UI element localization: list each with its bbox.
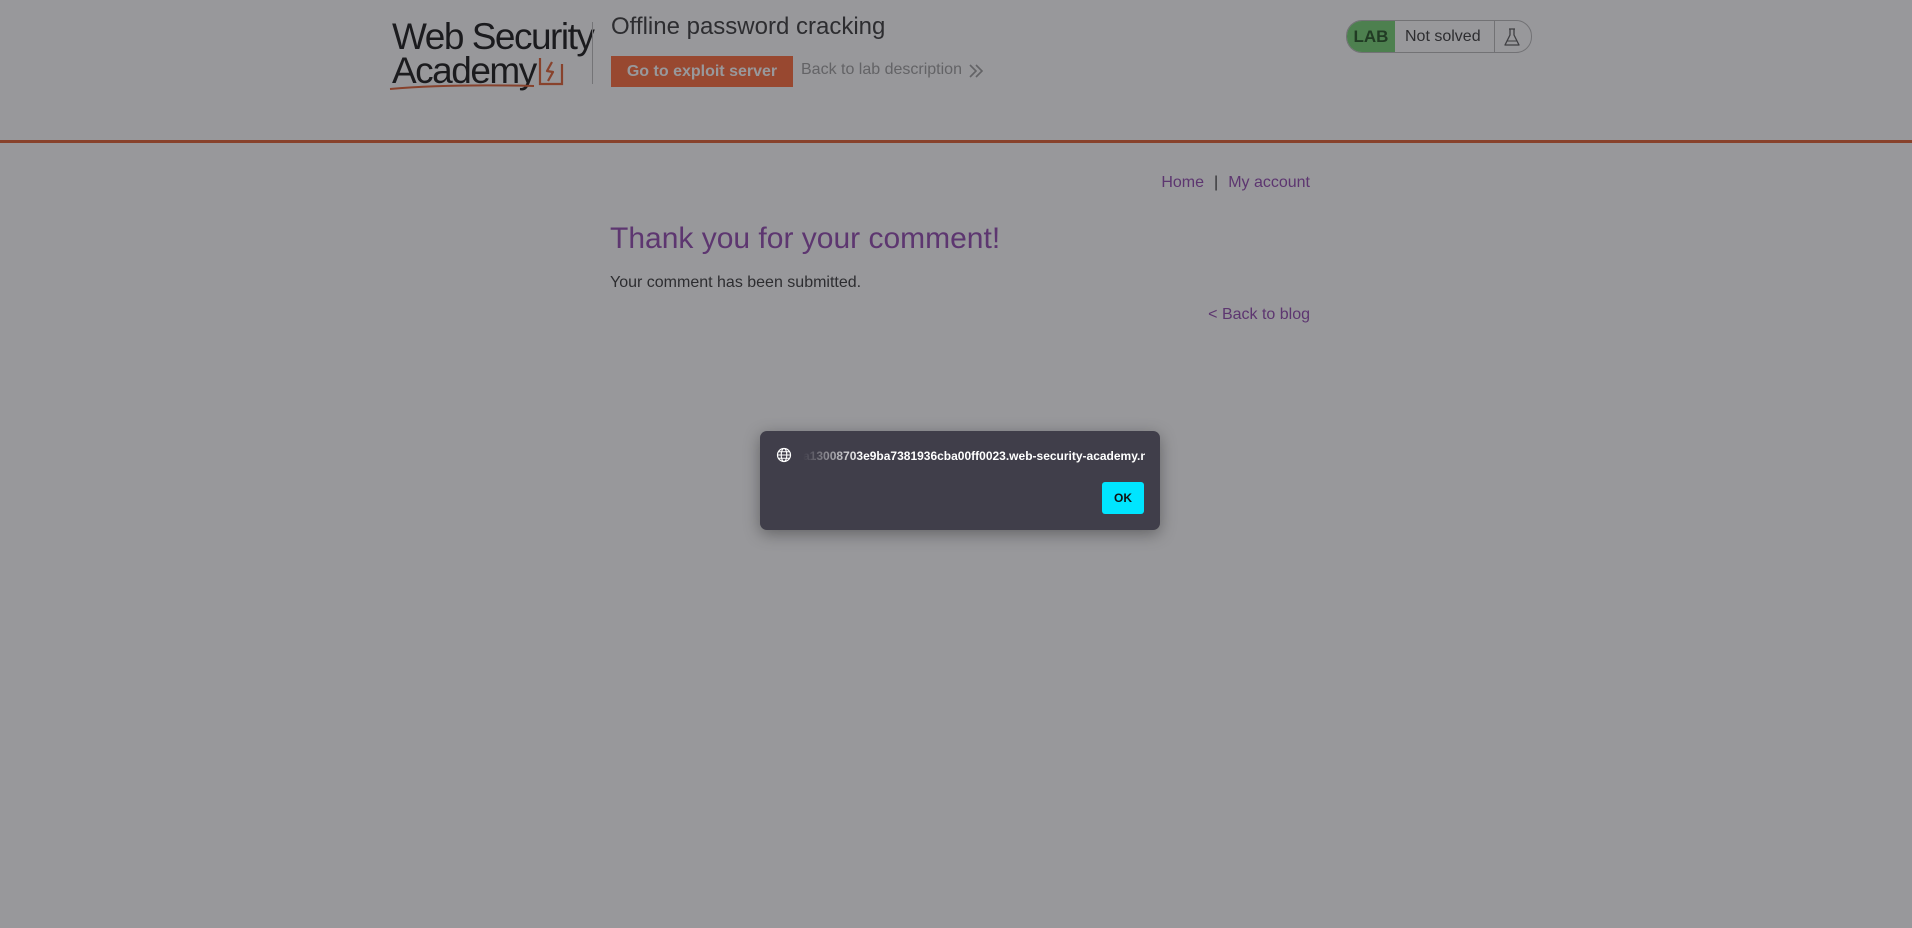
alert-dialog: a13008703e9ba7381936cba00ff0023.web-secu… [760, 431, 1160, 530]
ok-button[interactable]: OK [1102, 482, 1144, 514]
page: Web Security Academy Offline password cr… [0, 0, 1912, 928]
globe-icon [776, 447, 792, 463]
alert-origin: a13008703e9ba7381936cba00ff0023.web-secu… [803, 449, 1145, 463]
